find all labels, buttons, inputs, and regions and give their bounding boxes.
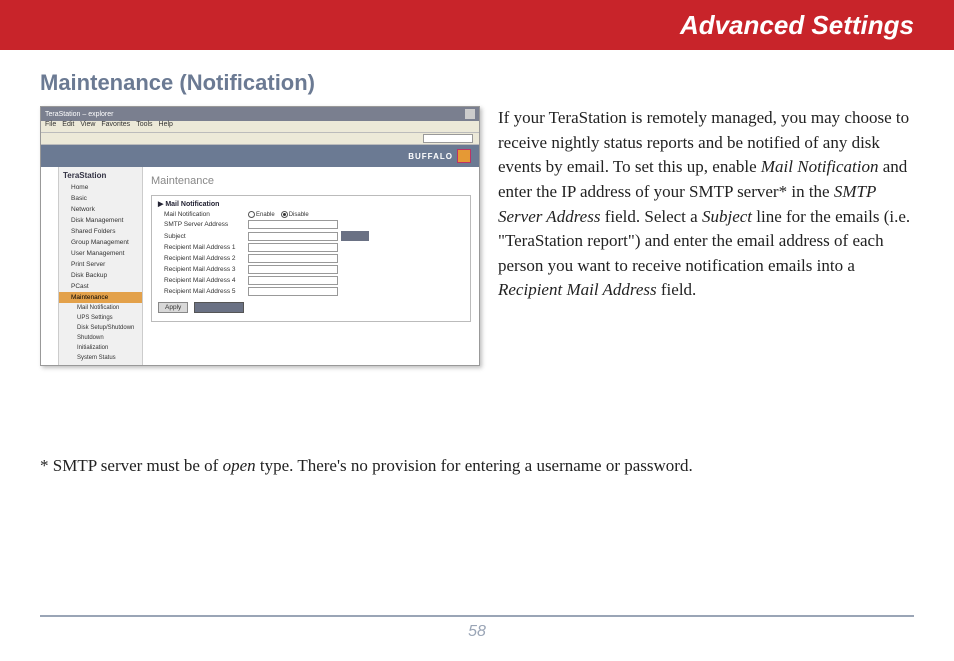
sidebar-item-print: Print Server [59,259,142,270]
app-toolbar [41,133,479,145]
r5-field [248,287,338,296]
p1e: field. Select a [600,207,702,226]
p1-subject: Subject [702,207,752,226]
footnote: * SMTP server must be of open type. Ther… [0,456,954,476]
main-title: Maintenance [151,175,471,187]
row-r2: Recipient Mail Address 2 [158,254,464,263]
body-text: If your TeraStation is remotely managed,… [498,106,914,366]
menu-view: View [80,121,95,132]
row-r4: Recipient Mail Address 4 [158,276,464,285]
sidebar-item-pcast: PCast [59,281,142,292]
sidebar-sub-mail: Mail Notification [59,303,142,313]
p1-mail-notification: Mail Notification [761,157,879,176]
fn-open: open [223,456,256,475]
mail-panel: ▶ Mail Notification Mail Notification En… [151,195,471,322]
r4-field [248,276,338,285]
panel-title: ▶ Mail Notification [158,200,464,208]
radio-disable-icon [281,211,288,218]
sidebar-sub-disksetup: Disk Setup/Shutdown [59,323,142,333]
brand-row: BUFFALO [41,145,479,167]
section-title: Maintenance (Notification) [40,70,914,96]
search-box [423,134,473,143]
sidebar-sub-shutdown: Shutdown [59,333,142,343]
row-smtp: SMTP Server Address [158,220,464,229]
content: Maintenance (Notification) TeraStation –… [0,50,954,366]
cancel-button [194,302,244,313]
sidebar-item-shared: Shared Folders [59,226,142,237]
button-row: Apply [158,302,464,313]
menu-favorites: Favorites [101,121,130,132]
sidebar-sub-init: Initialization [59,343,142,353]
sidebar-item-backup: Disk Backup [59,270,142,281]
subject-button [341,231,369,241]
sidebar-item-network: Network [59,204,142,215]
app-titlebar: TeraStation – explorer [41,107,479,121]
menu-file: File [45,121,56,132]
two-column: TeraStation – explorer File Edit View Fa… [40,106,914,366]
sidebar-item-maintenance: Maintenance [59,292,142,303]
main-panel: Maintenance ▶ Mail Notification Mail Not… [143,167,479,366]
close-icon [465,109,475,119]
header-bar: Advanced Settings [0,0,954,50]
app-body: TeraStation Home Basic Network Disk Mana… [41,167,479,366]
window-title: TeraStation – explorer [45,111,113,118]
apply-button: Apply [158,302,188,313]
sidebar-item-group: Group Management [59,237,142,248]
r2-field [248,254,338,263]
fn-a: * SMTP server must be of [40,456,223,475]
smtp-field [248,220,338,229]
app-menubar: File Edit View Favorites Tools Help [41,121,479,133]
help-icon [457,149,471,163]
tabs-strip [41,167,59,366]
row-r3: Recipient Mail Address 3 [158,265,464,274]
header-title: Advanced Settings [680,10,914,41]
row-mail-notification: Mail Notification Enable Disable [158,211,464,218]
p1-recipient: Recipient Mail Address [498,280,657,299]
radio-enable-icon [248,211,255,218]
sidebar-item-disk-mgmt: Disk Management [59,215,142,226]
subject-field [248,232,338,241]
r1-field [248,243,338,252]
sidebar-sub-status: System Status [59,353,142,363]
row-r1: Recipient Mail Address 1 [158,243,464,252]
sidebar-item-user: User Management [59,248,142,259]
menu-help: Help [159,121,173,132]
sidebar-item-home: Home [59,182,142,193]
radio-enable-disable: Enable Disable [248,211,309,218]
p1i: field. [657,280,697,299]
menu-tools: Tools [136,121,152,132]
sidebar-item-basic: Basic [59,193,142,204]
lbl-mail: Mail Notification [158,211,248,218]
footer: 58 [40,615,914,641]
page-number: 58 [40,623,914,641]
buffalo-logo: BUFFALO [408,152,453,161]
sidebar-sub-ups: UPS Settings [59,313,142,323]
screenshot-panel: TeraStation – explorer File Edit View Fa… [40,106,480,366]
r3-field [248,265,338,274]
row-r5: Recipient Mail Address 5 [158,287,464,296]
menu-edit: Edit [62,121,74,132]
sidebar: TeraStation Home Basic Network Disk Mana… [59,167,143,366]
fn-c: type. There's no provision for entering … [256,456,693,475]
row-subject: Subject [158,231,464,241]
sidebar-header: TeraStation [59,169,142,182]
